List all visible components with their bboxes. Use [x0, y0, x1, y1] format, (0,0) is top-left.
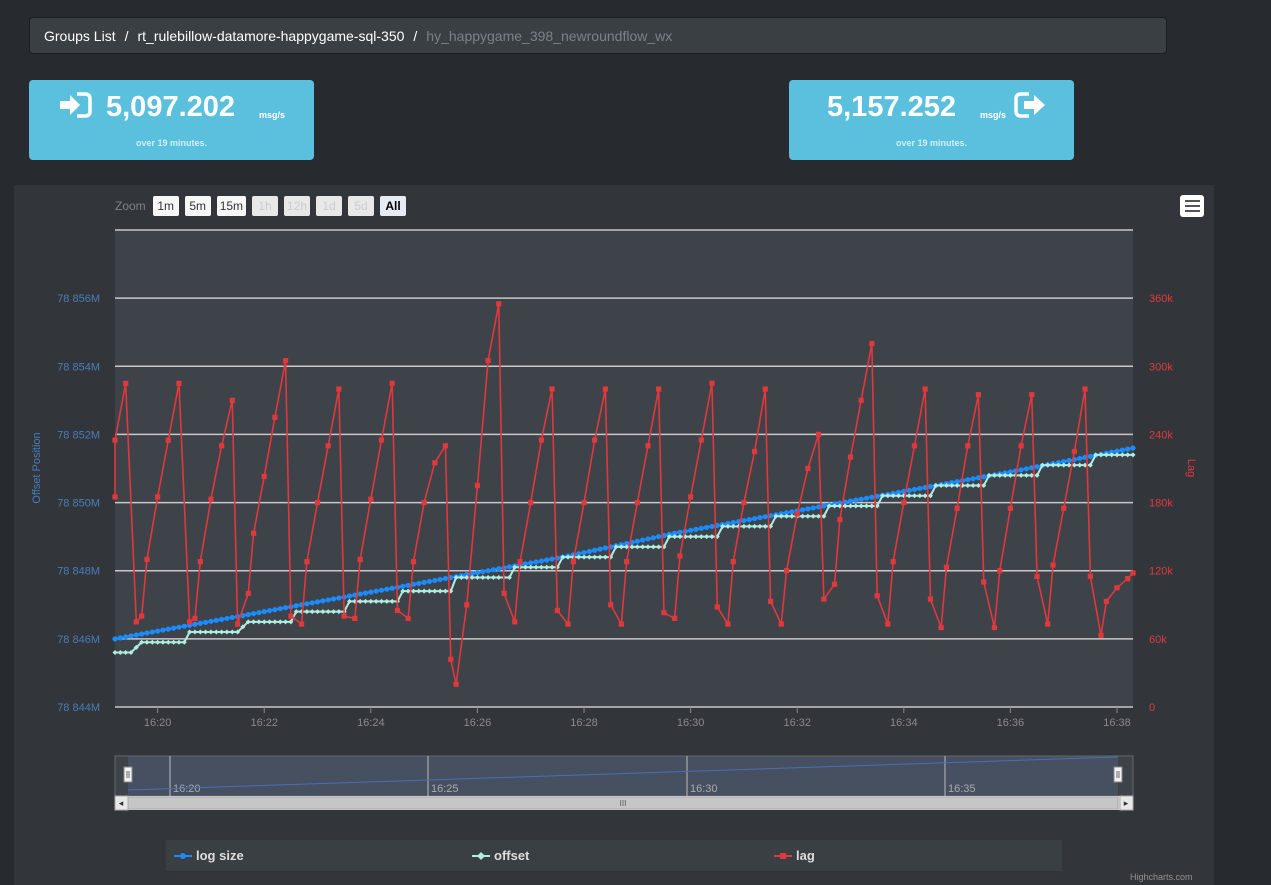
- legend-item-log-size[interactable]: log size: [174, 848, 244, 863]
- zoom-label: Zoom: [115, 199, 146, 213]
- zoom-5d-button: 5d: [348, 196, 375, 216]
- outgoing-rate-box: 5,157.252 msg/s over 19 minutes.: [789, 80, 1074, 160]
- breadcrumb-group[interactable]: rt_rulebillow-datamore-happygame-sql-350: [137, 28, 404, 44]
- breadcrumb-separator: /: [124, 27, 129, 44]
- zoom-1h-button: 1h: [252, 196, 279, 216]
- breadcrumb-groups-list[interactable]: Groups List: [44, 28, 116, 44]
- square-marker-icon: [774, 852, 792, 859]
- incoming-rate-period: over 19 minutes.: [135, 138, 208, 148]
- legend-label: log size: [196, 848, 244, 863]
- zoom-1d-button: 1d: [316, 196, 343, 216]
- chart-panel: [14, 185, 1214, 885]
- hamburger-icon: [1184, 200, 1200, 202]
- breadcrumb-topic: hy_happygame_398_newroundflow_wx: [426, 27, 673, 44]
- incoming-rate-unit: msg/s: [259, 110, 286, 120]
- breadcrumb-separator: /: [413, 27, 418, 44]
- sign-in-icon: [58, 92, 92, 123]
- sign-out-icon: [1014, 92, 1048, 123]
- legend-item-lag[interactable]: lag: [774, 848, 815, 863]
- diamond-marker-icon: [472, 851, 490, 860]
- zoom-1m-button[interactable]: 1m: [152, 196, 179, 216]
- incoming-rate-value: 5,097.202: [106, 91, 236, 123]
- circle-marker-icon: [174, 852, 192, 859]
- legend-label: offset: [494, 848, 530, 863]
- incoming-rate-box: 5,097.202 msg/s over 19 minutes.: [29, 80, 314, 160]
- highcharts-credit[interactable]: Highcharts.com: [1130, 872, 1193, 882]
- zoom-15m-button[interactable]: 15m: [216, 196, 247, 216]
- hamburger-icon: [1184, 205, 1200, 207]
- legend-item-offset[interactable]: offset: [472, 848, 529, 863]
- outgoing-rate-value: 5,157.252: [827, 91, 957, 123]
- chart-legend: log size offset lag: [166, 840, 1062, 871]
- outgoing-rate-period: over 19 minutes.: [895, 138, 968, 148]
- zoom-12h-button: 12h: [284, 196, 311, 216]
- zoom-selector: Zoom 1m 5m 15m 1h 12h 1d 5d All: [115, 195, 412, 217]
- breadcrumb: Groups List / rt_rulebillow-datamore-hap…: [29, 17, 1167, 54]
- hamburger-icon: [1184, 210, 1200, 212]
- chart-menu-button[interactable]: [1180, 195, 1204, 217]
- outgoing-rate-unit: msg/s: [980, 110, 1007, 120]
- zoom-5m-button[interactable]: 5m: [184, 196, 211, 216]
- zoom-all-button[interactable]: All: [380, 196, 407, 216]
- legend-label: lag: [796, 848, 815, 863]
